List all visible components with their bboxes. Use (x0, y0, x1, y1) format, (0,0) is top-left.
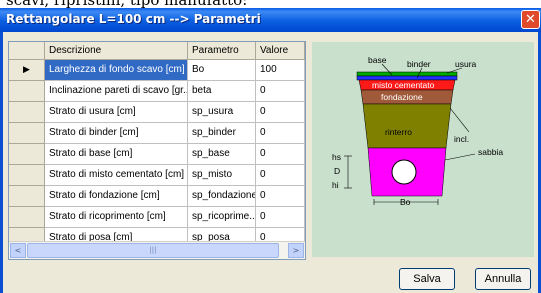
save-button[interactable]: Salva (399, 268, 455, 290)
label-sabbia: sabbia (478, 147, 503, 157)
cell-valore[interactable]: 0 (256, 123, 305, 144)
row-header[interactable] (9, 144, 45, 165)
close-icon: ✕ (525, 12, 536, 27)
cell-valore[interactable]: 0 (256, 207, 305, 228)
table-row[interactable]: Strato di base [cm] sp_base 0 (9, 144, 305, 165)
cell-valore[interactable]: 0 (256, 186, 305, 207)
table-row[interactable]: Strato di fondazione [cm] sp_fondazione … (9, 186, 305, 207)
row-header[interactable] (9, 102, 45, 123)
horizontal-scrollbar[interactable]: < ||| > (9, 241, 305, 259)
cell-parametro[interactable]: sp_binder (188, 123, 256, 144)
label-hi: hi (332, 180, 339, 190)
column-header-parametro[interactable]: Parametro (188, 42, 256, 60)
cell-parametro[interactable]: sp_fondazione (188, 186, 256, 207)
trench-diagram-svg: base binder usura misto cementato fondaz… (312, 42, 534, 257)
cell-descrizione[interactable]: Strato di base [cm] (45, 144, 188, 165)
label-hs: hs (332, 152, 341, 162)
table-row[interactable]: ▶ Larghezza di fondo scavo [cm] Bo 100 (9, 60, 305, 81)
label-misto: misto cementato (372, 80, 435, 90)
row-header[interactable] (9, 165, 45, 186)
pipe-circle (391, 159, 417, 185)
cell-descrizione[interactable]: Strato di ricoprimento [cm] (45, 207, 188, 228)
scroll-right-button[interactable]: > (288, 243, 304, 258)
label-Bo: Bo (400, 197, 411, 207)
arrow-right-icon: > (292, 246, 300, 255)
parameters-grid[interactable]: Descrizione Parametro Valore ▶ Larghezza… (8, 41, 306, 260)
grid-header: Descrizione Parametro Valore (9, 42, 305, 60)
cell-descrizione[interactable]: Strato di usura [cm] (45, 102, 188, 123)
scroll-thumb[interactable]: ||| (27, 243, 279, 258)
window-frame-left (0, 32, 3, 293)
row-header[interactable] (9, 207, 45, 228)
layer-rinterro (362, 103, 452, 149)
header-corner (9, 42, 45, 60)
label-binder: binder (407, 59, 431, 69)
table-row[interactable]: Strato di binder [cm] sp_binder 0 (9, 123, 305, 144)
cell-descrizione[interactable]: Strato di binder [cm] (45, 123, 188, 144)
table-row[interactable]: Strato di misto cementato [cm] sp_misto … (9, 165, 305, 186)
cell-valore[interactable]: 0 (256, 102, 305, 123)
cell-descrizione[interactable]: Inclinazione pareti di scavo [gr... (45, 81, 188, 102)
arrow-left-icon: < (14, 246, 22, 255)
cell-parametro[interactable]: sp_usura (188, 102, 256, 123)
row-header[interactable] (9, 186, 45, 207)
background-window-strip: scavi, ripristini, tipo manufatto: (0, 0, 541, 8)
layer-usura (356, 71, 458, 77)
cell-descrizione[interactable]: Strato di fondazione [cm] (45, 186, 188, 207)
scroll-left-button[interactable]: < (10, 243, 26, 258)
cell-valore[interactable]: 0 (256, 81, 305, 102)
cell-valore[interactable]: 0 (256, 165, 305, 186)
label-rinterro: rinterro (385, 127, 412, 137)
cancel-button[interactable]: Annulla (475, 268, 531, 290)
cell-valore[interactable]: 100 (256, 60, 305, 81)
table-row[interactable]: Strato di usura [cm] sp_usura 0 (9, 102, 305, 123)
cell-valore[interactable]: 0 (256, 144, 305, 165)
trench-diagram: base binder usura misto cementato fondaz… (312, 42, 534, 257)
cell-parametro[interactable]: beta (188, 81, 256, 102)
cell-descrizione[interactable]: Strato di misto cementato [cm] (45, 165, 188, 186)
column-header-descrizione[interactable]: Descrizione (45, 42, 188, 60)
grip-icon: ||| (149, 246, 157, 254)
row-indicator-icon[interactable]: ▶ (9, 60, 45, 81)
cell-parametro[interactable]: sp_ricoprime... (188, 207, 256, 228)
table-row[interactable]: Strato di ricoprimento [cm] sp_ricoprime… (9, 207, 305, 228)
row-header[interactable] (9, 123, 45, 144)
cell-descrizione[interactable]: Larghezza di fondo scavo [cm] (45, 60, 188, 81)
label-D: D (334, 166, 340, 176)
cell-parametro[interactable]: sp_misto (188, 165, 256, 186)
label-base: base (368, 55, 387, 65)
close-button[interactable]: ✕ (521, 10, 540, 29)
label-usura: usura (455, 59, 477, 69)
background-caption: scavi, ripristini, tipo manufatto: (6, 0, 247, 8)
cell-parametro[interactable]: Bo (188, 60, 256, 81)
label-incl: incl. (454, 134, 469, 144)
row-header[interactable] (9, 81, 45, 102)
window-title: Rettangolare L=100 cm --> Parametri (6, 12, 261, 26)
cell-parametro[interactable]: sp_base (188, 144, 256, 165)
title-bar[interactable]: Rettangolare L=100 cm --> Parametri ✕ (0, 8, 541, 32)
column-header-valore[interactable]: Valore (256, 42, 305, 60)
label-fondazione: fondazione (381, 92, 423, 102)
table-row[interactable]: Inclinazione pareti di scavo [gr... beta… (9, 81, 305, 102)
